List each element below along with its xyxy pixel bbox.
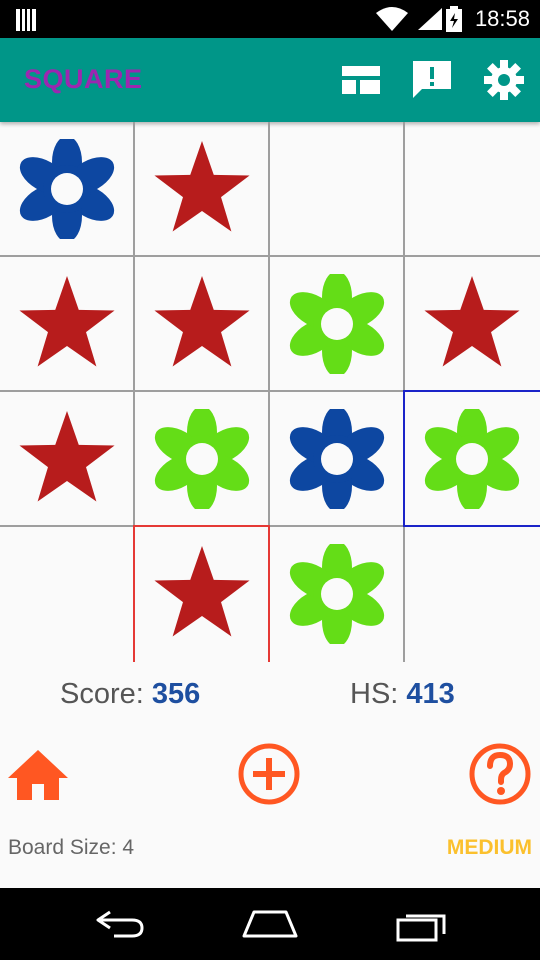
signal-icon xyxy=(418,8,442,30)
board-cell-r1-c1[interactable] xyxy=(0,122,135,257)
board-cell-r1-c3[interactable] xyxy=(270,122,405,257)
board-cell-r1-c4[interactable] xyxy=(405,122,540,257)
board-cell-r4-c1[interactable] xyxy=(0,527,135,662)
board-size-label: Board Size: 4 xyxy=(8,836,135,859)
high-score-display: HS: 413 xyxy=(350,678,455,711)
sim-card-icon xyxy=(16,9,36,31)
board-cell-r2-c1[interactable] xyxy=(0,257,135,392)
clock: 18:58 xyxy=(474,6,530,31)
score-label: Score: xyxy=(60,678,144,710)
board-cell-r4-c4[interactable] xyxy=(405,527,540,662)
board-cell-r2-c4[interactable] xyxy=(405,257,540,392)
help-icon[interactable] xyxy=(468,742,532,806)
home-nav-icon[interactable] xyxy=(240,906,300,942)
star-icon xyxy=(19,411,115,502)
green-flower-icon xyxy=(424,409,520,509)
game-board xyxy=(0,122,540,662)
score-display: Score: 356 xyxy=(60,678,200,711)
star-icon xyxy=(424,276,520,367)
settings-icon[interactable] xyxy=(482,58,526,102)
high-score-value: 413 xyxy=(406,678,455,710)
navigation-bar xyxy=(0,888,540,960)
dashboard-icon[interactable] xyxy=(338,58,382,102)
board-cell-r4-c3[interactable] xyxy=(270,527,405,662)
score-value: 356 xyxy=(151,678,201,710)
board-cell-r3-c4[interactable] xyxy=(403,390,540,527)
feedback-icon[interactable] xyxy=(410,58,454,102)
board-cell-r3-c3[interactable] xyxy=(270,392,405,527)
blue-flower-icon xyxy=(19,139,115,239)
green-flower-icon xyxy=(289,544,385,644)
board-cell-r2-c2[interactable] xyxy=(135,257,270,392)
board-cell-r4-c2[interactable] xyxy=(133,525,270,662)
difficulty-label[interactable]: MEDIUM xyxy=(447,836,532,860)
star-icon xyxy=(19,276,115,367)
status-bar: 18:58 xyxy=(0,0,540,38)
battery-icon xyxy=(446,6,462,32)
high-score-label: HS: xyxy=(350,678,399,710)
add-circle-icon[interactable] xyxy=(237,742,301,806)
recent-apps-icon[interactable] xyxy=(394,906,450,942)
star-icon xyxy=(154,546,250,637)
blue-flower-icon xyxy=(289,409,385,509)
star-icon xyxy=(154,276,250,367)
wifi-icon xyxy=(376,7,408,31)
app-title: SQUARE xyxy=(24,64,143,94)
app-bar: SQUARE xyxy=(0,38,540,122)
star-icon xyxy=(154,141,250,232)
green-flower-icon xyxy=(154,409,250,509)
home-icon[interactable] xyxy=(6,742,70,806)
green-flower-icon xyxy=(289,274,385,374)
board-cell-r1-c2[interactable] xyxy=(135,122,270,257)
board-cell-r3-c1[interactable] xyxy=(0,392,135,527)
board-cell-r3-c2[interactable] xyxy=(135,392,270,527)
back-icon[interactable] xyxy=(92,906,148,942)
board-cell-r2-c3[interactable] xyxy=(270,257,405,392)
